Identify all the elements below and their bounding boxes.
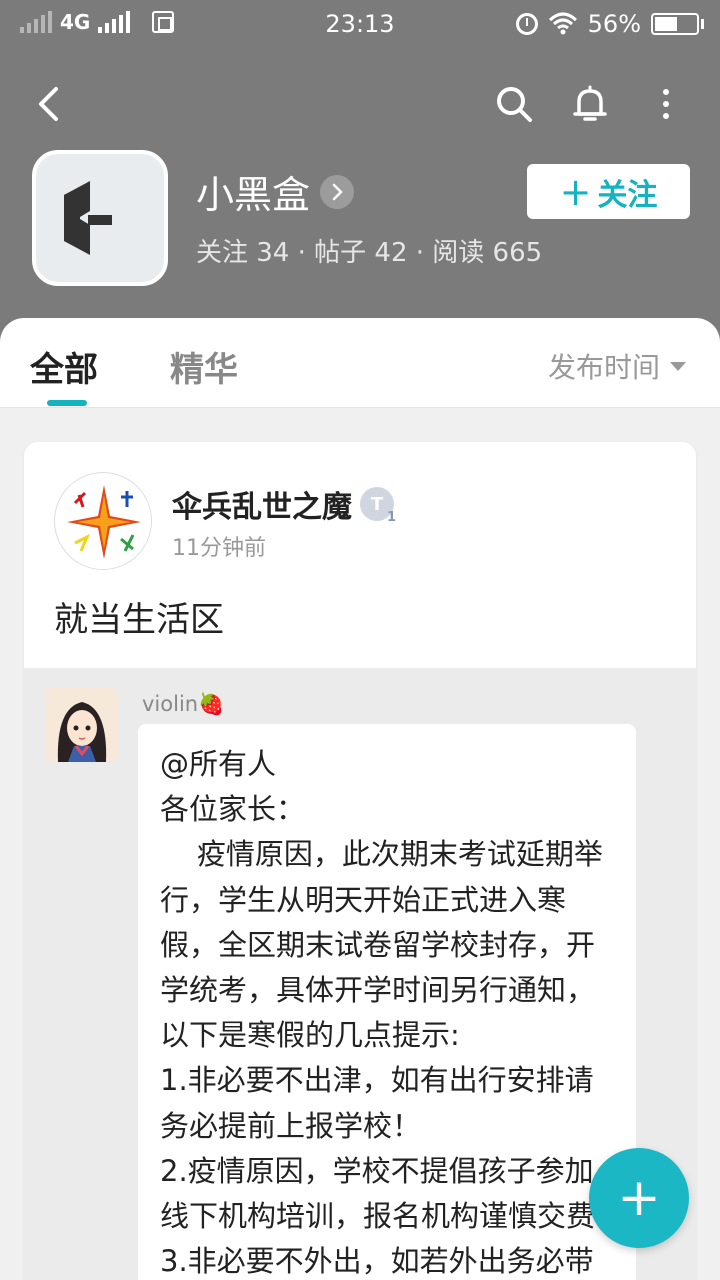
follow-button[interactable]: + 关注	[527, 164, 690, 219]
sort-dropdown[interactable]: 发布时间	[548, 346, 686, 386]
caret-down-icon	[670, 361, 686, 371]
level-badge-letter: T	[370, 493, 384, 515]
wifi-icon	[548, 12, 578, 36]
shared-sender-name: violin🍓	[142, 692, 225, 716]
level-badge-number: 1	[386, 510, 396, 525]
heybox-logo-icon	[64, 181, 112, 255]
tab-featured[interactable]: 精华	[170, 342, 238, 391]
active-tab-indicator	[47, 400, 87, 406]
author-name: 伞兵乱世之魔	[172, 490, 352, 525]
post-text: 就当生活区	[54, 600, 224, 640]
author-avatar-image	[56, 474, 151, 569]
battery-percent: 56%	[587, 10, 641, 38]
search-button[interactable]	[494, 84, 534, 124]
more-vertical-icon	[663, 89, 669, 95]
tab-all[interactable]: 全部	[30, 342, 98, 391]
alarm-icon	[515, 13, 538, 35]
author-avatar[interactable]	[54, 472, 152, 570]
community-name: 小黑盒	[196, 173, 311, 217]
plus-icon: +	[559, 169, 592, 214]
message-text: @所有人 各位家长： 疫情原因，此次期末考试延期举行，学生从明天开始正式进入寒假…	[160, 747, 603, 1279]
message-bubble: @所有人 各位家长： 疫情原因，此次期末考试延期举行，学生从明天开始正式进入寒假…	[138, 724, 636, 1280]
bell-icon	[573, 85, 607, 121]
post-card[interactable]: 伞兵乱世之魔 T 1 11分钟前 就当生活区 violin🍓 @所有人 各位家长…	[24, 442, 696, 1280]
battery-nub	[701, 19, 704, 29]
chevron-right-icon	[320, 174, 355, 209]
back-button[interactable]	[28, 84, 68, 124]
post-time: 11分钟前	[172, 536, 266, 561]
level-badge: T 1	[360, 487, 396, 525]
girl-avatar-image	[46, 688, 118, 762]
community-logo[interactable]	[32, 150, 168, 286]
new-post-button[interactable]: +	[589, 1148, 689, 1248]
search-icon	[497, 87, 532, 122]
author-row[interactable]: 伞兵乱世之魔 T 1	[172, 482, 396, 526]
status-bar: 4G 23:13 56%	[0, 0, 720, 50]
community-title-row[interactable]: 小黑盒	[196, 164, 355, 219]
shared-avatar	[46, 688, 118, 762]
notification-button[interactable]	[570, 84, 610, 124]
community-stats: 关注 34 · 帖子 42 · 阅读 665	[196, 238, 543, 268]
battery-icon	[651, 13, 699, 35]
follow-label: 关注	[597, 177, 658, 213]
tabs-bar: 全部 精华 发布时间	[0, 318, 720, 408]
plus-icon: +	[617, 1168, 661, 1228]
sort-label: 发布时间	[547, 351, 660, 384]
more-button[interactable]	[652, 84, 680, 124]
back-arrow-icon	[39, 87, 58, 121]
